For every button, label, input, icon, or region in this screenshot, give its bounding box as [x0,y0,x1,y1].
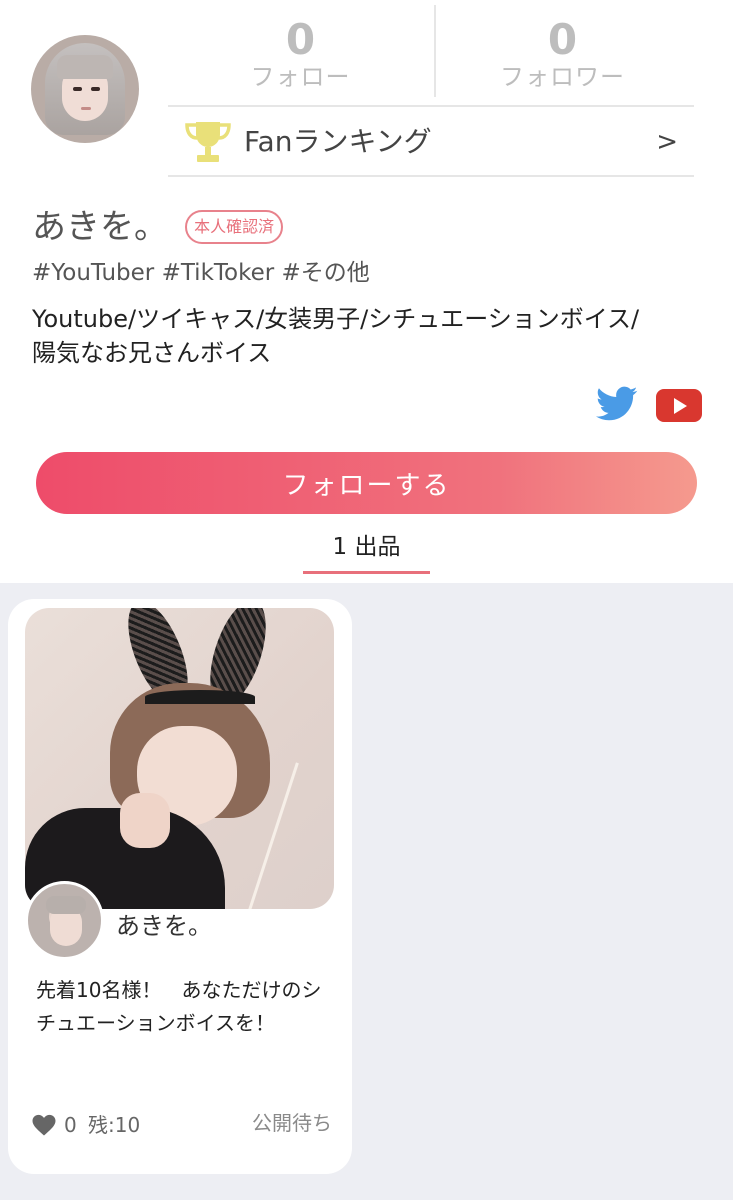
like-count: 0 [64,1113,77,1137]
follower-count: 0 [547,15,578,64]
follower-stat[interactable]: 0 フォロワー [432,5,693,105]
product-card-footer: 0 残:10 公開待ち [32,1110,332,1140]
bio-line: 陽気なお兄さんボイス [32,339,272,367]
youtube-icon[interactable] [656,389,702,422]
bio-line: Youtube/ツイキャス/女装男子/シチュエーションボイス/ [32,305,640,333]
fan-ranking-label: Fanランキング [244,125,432,158]
creator-avatar[interactable] [25,881,104,960]
product-description: 先着10名様！ あなただけのシチュエーションボイスを！ [36,978,322,1035]
fan-ranking-row[interactable]: Fanランキング > [168,105,694,177]
tab-products[interactable]: 1 出品 [303,530,430,574]
profile-bio: Youtube/ツイキャス/女装男子/シチュエーションボイス/ 陽気なお兄さんボ… [32,302,712,370]
heart-icon[interactable] [32,1114,56,1136]
remaining-count: 残:10 [88,1113,141,1137]
product-grid: あきを。 先着10名様！ あなただけのシチュエーションボイスを！ 0 残:10 … [0,583,733,1200]
product-card[interactable]: あきを。 先着10名様！ あなただけのシチュエーションボイスを！ 0 残:10 … [8,599,352,1174]
tab-active-indicator [303,571,430,574]
verified-badge: 本人確認済 [185,210,284,244]
follow-count: 0 [285,15,316,64]
profile-avatar[interactable] [31,35,139,143]
creator-name: あきを。 [116,912,212,940]
product-image[interactable] [25,608,334,909]
follow-stat[interactable]: 0 フォロー [170,5,431,105]
follower-label: フォロワー [500,63,625,91]
creator-profile-page: 0 フォロー 0 フォロワー Fanランキング > あきを。 本人確認済 #Yo… [0,0,733,1200]
publish-status: 公開待ち [252,1111,332,1135]
trophy-icon [185,122,231,162]
name-row: あきを。 本人確認済 [32,202,284,252]
chevron-right-icon: > [656,127,678,157]
twitter-icon[interactable] [596,386,638,422]
user-name: あきを。 [32,207,168,247]
follow-button[interactable]: フォローする [36,452,697,514]
follow-label: フォロー [250,63,351,91]
tab-products-label: 1 出品 [332,534,401,560]
follow-stats: 0 フォロー 0 フォロワー [170,5,693,105]
profile-tags: #YouTuber #TikToker #その他 [32,260,370,286]
